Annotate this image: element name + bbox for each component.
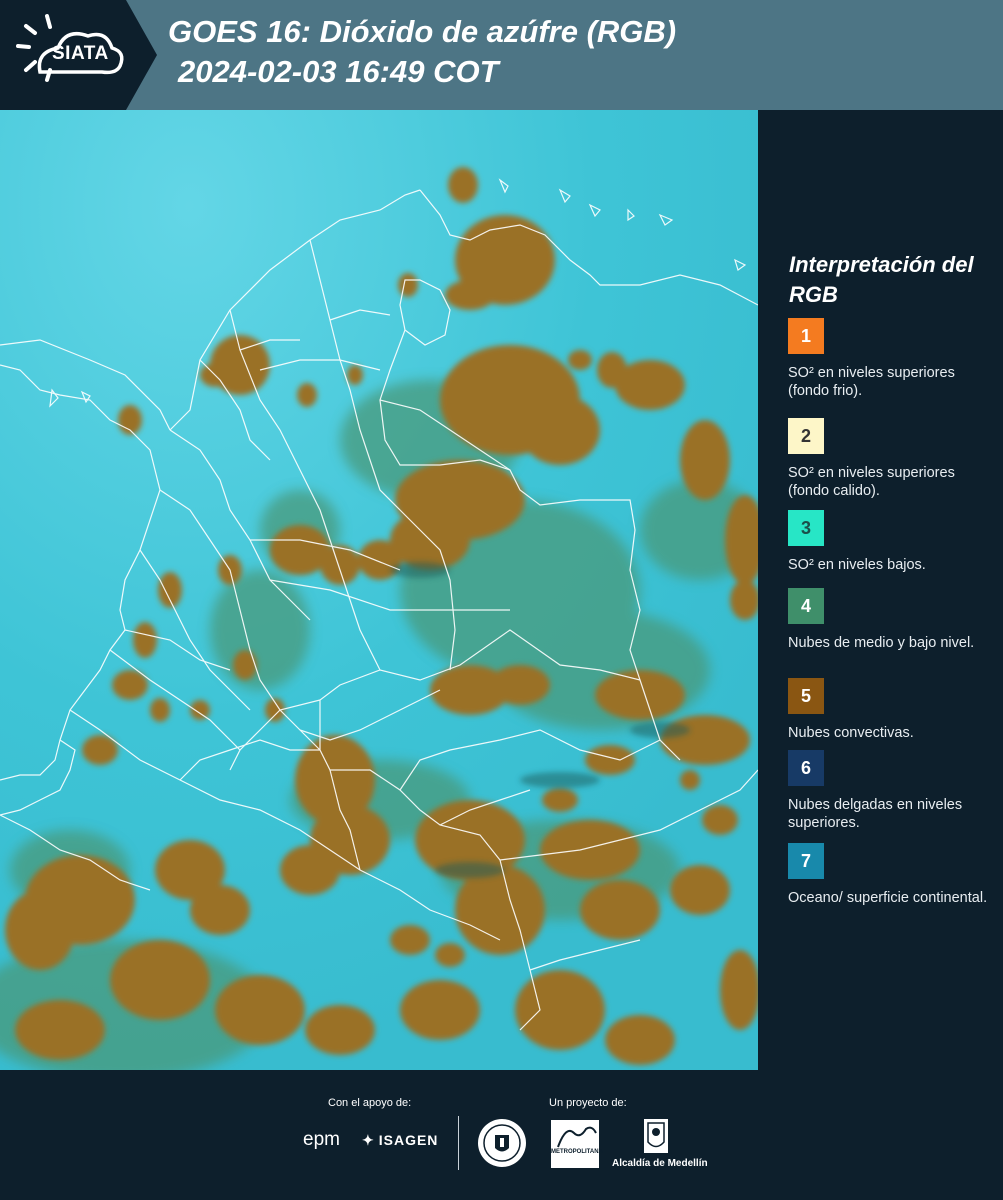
legend-item-label: Nubes delgadas en niveles superiores. [788,797,963,831]
epm-logo: epm [303,1129,340,1150]
legend-swatch: 1 [788,318,824,354]
legend-item-7: 7 Oceano/ superficie continental. [788,843,993,907]
header-bar: SIATA GOES 16: Dióxido de azúfre (RGB) 2… [0,0,1003,110]
isagen-logo: ✦ ISAGEN [362,1132,438,1149]
legend-swatch: 2 [788,418,824,454]
alcaldia-label: Alcaldía de Medellín [612,1158,708,1169]
alcaldia-shield-icon [644,1119,668,1153]
siata-logo: SIATA [0,0,158,110]
legend-item-label: Oceano/ superficie continental. [788,890,988,906]
legend-item-5: 5 Nubes convectivas. [788,678,993,742]
medellin-seal-icon [478,1119,526,1167]
legend-item-label: Nubes de medio y bajo nivel. [788,635,975,651]
satellite-image [0,110,758,1070]
logo-text: SIATA [52,43,109,64]
legend-swatch: 3 [788,510,824,546]
area-metropolitana-logo [551,1120,599,1168]
legend-item-1: 1 SO² en niveles superiores (fondo frio). [788,318,993,400]
page-timestamp: 2024-02-03 16:49 COT [178,54,499,89]
legend-item-6: 6 Nubes delgadas en niveles superiores. [788,750,993,832]
legend-item-label: SO² en niveles superiores (fondo calido)… [788,465,955,499]
page-title: GOES 16: Dióxido de azúfre (RGB) [168,14,677,49]
isagen-label: ISAGEN [378,1132,439,1148]
satellite-map [0,110,758,1070]
legend-swatch: 7 [788,843,824,879]
area-metropolitana-label: METROPOLITANA [551,1149,603,1155]
footer-divider [458,1116,459,1170]
support-label: Con el apoyo de: [328,1097,412,1109]
legend-panel: Interpretación del RGB 1 SO² en niveles s… [758,110,1003,1070]
legend-item-label: SO² en niveles superiores (fondo frio). [788,365,955,399]
legend-swatch: 4 [788,588,824,624]
legend-title: Interpretación del RGB [789,252,974,307]
legend-swatch: 5 [788,678,824,714]
area-script-icon [557,1126,597,1148]
legend-item-label: Nubes convectivas. [788,725,914,741]
footer: Con el apoyo de: Un proyecto de: epm ✦ IS… [0,1070,1003,1200]
legend-item-3: 3 SO² en niveles bajos. [788,510,993,574]
legend-swatch: 6 [788,750,824,786]
legend-item-label: SO² en niveles bajos. [788,557,926,573]
legend-item-4: 4 Nubes de medio y bajo nivel. [788,588,993,652]
project-label: Un proyecto de: [549,1097,627,1109]
legend-item-2: 2 SO² en niveles superiores (fondo calido… [788,418,993,500]
isagen-mark-icon: ✦ [362,1132,375,1148]
